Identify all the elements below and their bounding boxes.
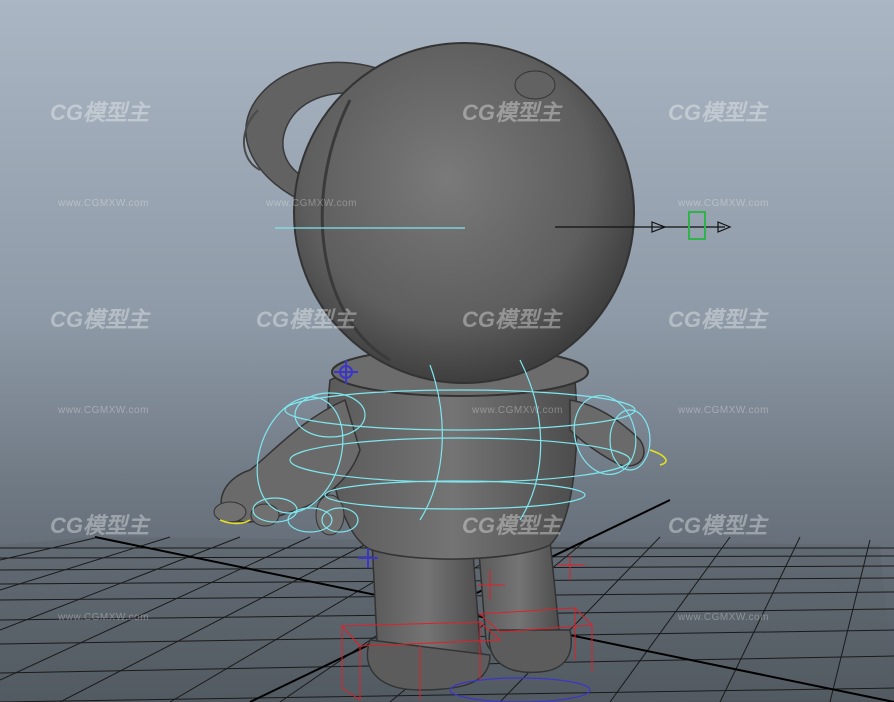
hand-ik-curve[interactable] bbox=[649, 449, 667, 466]
selected-eye-control[interactable] bbox=[688, 211, 706, 240]
maya-viewport[interactable]: CG模型主 CG模型主 CG模型主 www.CGMXW.com www.CGMX… bbox=[0, 0, 894, 702]
scene-canvas[interactable] bbox=[0, 0, 894, 702]
